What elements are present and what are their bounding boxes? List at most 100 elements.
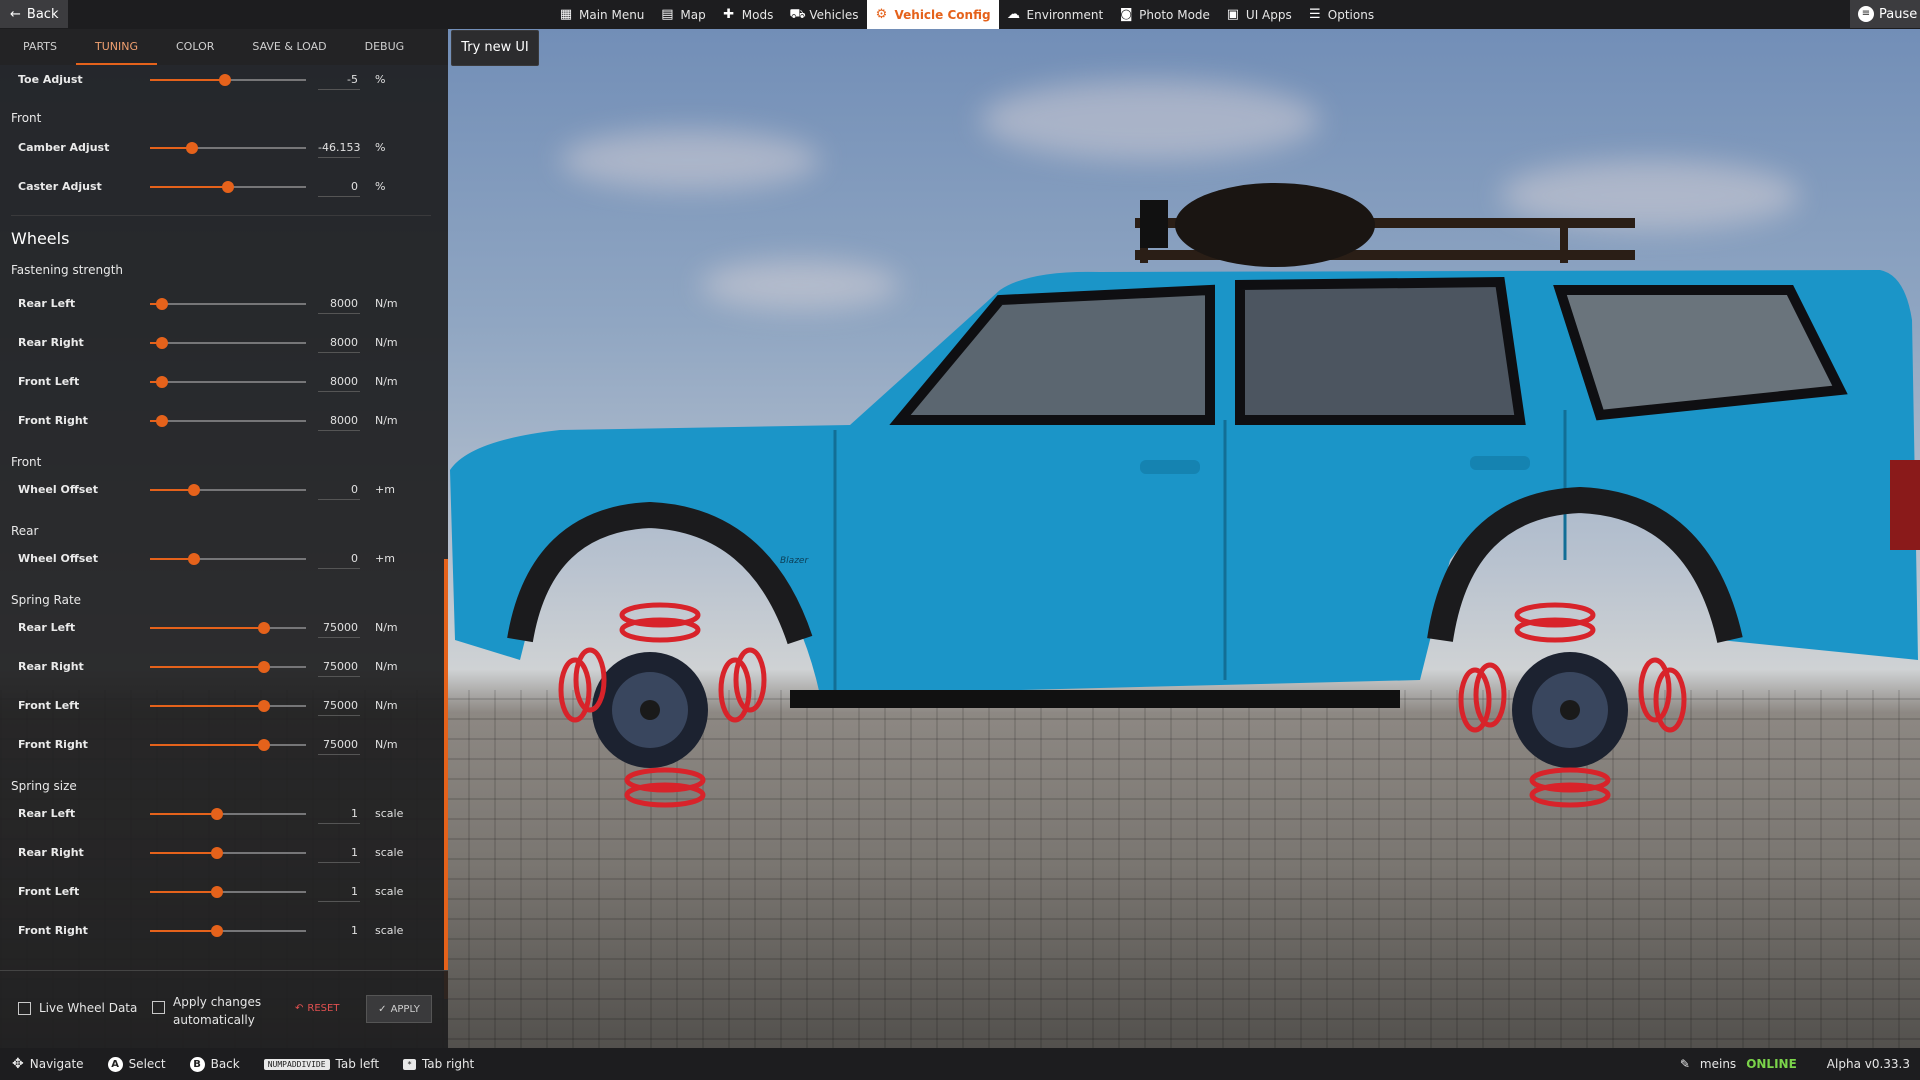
- nav-environment[interactable]: ☁ Environment: [999, 0, 1112, 29]
- slider-knob[interactable]: [222, 181, 234, 193]
- tab-save-load[interactable]: SAVE & LOAD: [233, 29, 345, 65]
- fastening-front-left-slider[interactable]: [150, 376, 306, 388]
- nav-vehicles[interactable]: ⛟ Vehicles: [781, 0, 866, 29]
- spring-rate-rear-right-slider[interactable]: [150, 661, 306, 673]
- pause-button[interactable]: ≡ Pause: [1850, 0, 1920, 28]
- spring-size-rear-left-slider[interactable]: [150, 808, 306, 820]
- slider-knob[interactable]: [156, 337, 169, 349]
- hint-navigate: ✥ Navigate: [12, 1056, 84, 1072]
- try-new-ui-button[interactable]: Try new UI: [451, 30, 539, 66]
- apply-automatically-checkbox[interactable]: Apply changes automatically: [152, 993, 261, 1029]
- slider-knob[interactable]: [257, 700, 270, 712]
- tuning-list[interactable]: Toe Adjust -5 % Front Camber Adjust -46.…: [0, 65, 440, 937]
- slider-row-fastening-front-left: Front Left 8000 N/m: [0, 367, 440, 397]
- undo-icon: ↶: [295, 1003, 304, 1014]
- camber-adjust-value[interactable]: -46.153: [318, 141, 360, 154]
- spring-size-front-right-slider[interactable]: [150, 925, 306, 937]
- tab-tuning[interactable]: TUNING: [76, 29, 157, 65]
- vehicle-badge: Blazer: [780, 556, 809, 566]
- front-wheel-offset-value[interactable]: 0: [318, 483, 358, 496]
- check-icon: ✓: [378, 1003, 387, 1015]
- tab-parts[interactable]: PARTS: [4, 29, 76, 65]
- slider-knob[interactable]: [257, 622, 270, 634]
- spring-size-rear-right-slider[interactable]: [150, 847, 306, 859]
- menu-circle-icon: ≡: [1858, 6, 1874, 22]
- spring-rate-front-left-slider[interactable]: [150, 700, 306, 712]
- ui-apps-icon: ▣: [1226, 6, 1240, 22]
- spring-rate-front-left-value[interactable]: 75000: [318, 699, 358, 712]
- map-icon: ▤: [661, 6, 674, 22]
- slider-knob[interactable]: [211, 925, 224, 937]
- slider-knob[interactable]: [257, 739, 270, 751]
- slider-knob[interactable]: [211, 847, 224, 859]
- slider-row-spring-size-rear-right: Rear Right 1 scale: [0, 838, 440, 868]
- toe-adjust-value[interactable]: -5: [318, 73, 358, 86]
- hint-tab-right: * Tab right: [403, 1057, 474, 1071]
- fastening-rear-left-value[interactable]: 8000: [318, 297, 358, 310]
- nav-photo-mode[interactable]: ◙ Photo Mode: [1111, 0, 1218, 29]
- fastening-rear-left-slider[interactable]: [150, 298, 306, 310]
- fastening-front-right-value[interactable]: 8000: [318, 414, 358, 427]
- toe-adjust-slider[interactable]: [150, 74, 306, 86]
- section-fastening-strength: Fastening strength: [11, 263, 124, 277]
- spring-rate-rear-left-value[interactable]: 75000: [318, 621, 358, 634]
- slider-knob[interactable]: [257, 661, 270, 673]
- spring-rate-rear-right-value[interactable]: 75000: [318, 660, 358, 673]
- spring-size-rear-left-value[interactable]: 1: [318, 807, 358, 820]
- online-status: ✎ meins ONLINE Alpha v0.33.3: [1680, 1048, 1910, 1080]
- slider-row-spring-size-front-right: Front Right 1 scale: [0, 916, 440, 937]
- hint-back: B Back: [189, 1056, 240, 1072]
- bottom-hint-bar: ✥ Navigate A Select B Back NUMPADDIVIDE …: [0, 1048, 1920, 1080]
- slider-knob[interactable]: [211, 886, 224, 898]
- fastening-front-left-value[interactable]: 8000: [318, 375, 358, 388]
- nav-vehicle-config[interactable]: ⚙ Vehicle Config: [866, 0, 999, 29]
- nav-mods[interactable]: ✚ Mods: [714, 0, 782, 29]
- rear-wheel-offset-slider[interactable]: [150, 553, 306, 565]
- reset-button[interactable]: ↶ RESET: [295, 1003, 339, 1014]
- spring-rate-front-right-value[interactable]: 75000: [318, 738, 358, 751]
- back-button[interactable]: ← Back: [0, 0, 68, 28]
- panel-scrollbar[interactable]: [444, 559, 448, 999]
- slider-row-front-wheel-offset: Wheel Offset 0 +m: [0, 475, 440, 505]
- slider-knob[interactable]: [156, 376, 169, 388]
- back-label: Back: [26, 6, 59, 22]
- slider-knob[interactable]: [156, 298, 169, 310]
- nav-options[interactable]: ☰ Options: [1300, 0, 1382, 29]
- vehicles-icon: ⛟: [789, 6, 806, 22]
- slider-knob[interactable]: [156, 415, 169, 427]
- spring-size-front-left-value[interactable]: 1: [318, 885, 358, 898]
- spring-rate-front-right-slider[interactable]: [150, 739, 306, 751]
- spring-size-front-left-slider[interactable]: [150, 886, 306, 898]
- spring-rate-rear-left-slider[interactable]: [150, 622, 306, 634]
- panel-footer: Live Wheel Data Apply changes automatical…: [0, 970, 448, 1049]
- rear-wheel-offset-value[interactable]: 0: [318, 552, 358, 565]
- slider-knob[interactable]: [218, 74, 231, 86]
- apply-button[interactable]: ✓ APPLY: [366, 995, 432, 1023]
- slider-knob[interactable]: [211, 808, 224, 820]
- front-wheel-offset-slider[interactable]: [150, 484, 306, 496]
- spring-size-front-right-value[interactable]: 1: [318, 924, 358, 937]
- live-wheel-data-checkbox[interactable]: Live Wheel Data: [18, 1001, 137, 1015]
- nav-ui-apps[interactable]: ▣ UI Apps: [1218, 0, 1300, 29]
- tab-color[interactable]: COLOR: [157, 29, 233, 65]
- checkbox-box[interactable]: [152, 1001, 165, 1014]
- slider-knob[interactable]: [187, 553, 200, 565]
- vehicle-config-icon: ⚙: [875, 6, 888, 22]
- camber-adjust-slider[interactable]: [150, 142, 306, 154]
- main-menu-icon: ▦: [559, 6, 573, 22]
- fastening-rear-right-value[interactable]: 8000: [318, 336, 358, 349]
- fastening-rear-right-slider[interactable]: [150, 337, 306, 349]
- spring-size-rear-right-value[interactable]: 1: [318, 846, 358, 859]
- nav-main-menu[interactable]: ▦ Main Menu: [551, 0, 652, 29]
- checkbox-box[interactable]: [18, 1001, 31, 1015]
- fastening-front-right-slider[interactable]: [150, 415, 306, 427]
- hint-tab-left: NUMPADDIVIDE Tab left: [263, 1057, 379, 1071]
- caster-adjust-value[interactable]: 0: [318, 180, 358, 193]
- slider-knob[interactable]: [187, 484, 200, 496]
- caster-adjust-slider[interactable]: [150, 181, 306, 193]
- slider-row-fastening-rear-left: Rear Left 8000 N/m: [0, 289, 440, 319]
- nav-map[interactable]: ▤ Map: [652, 0, 713, 29]
- tab-debug[interactable]: DEBUG: [346, 29, 424, 65]
- slider-row-rear-wheel-offset: Wheel Offset 0 +m: [0, 544, 440, 574]
- slider-knob[interactable]: [186, 142, 199, 154]
